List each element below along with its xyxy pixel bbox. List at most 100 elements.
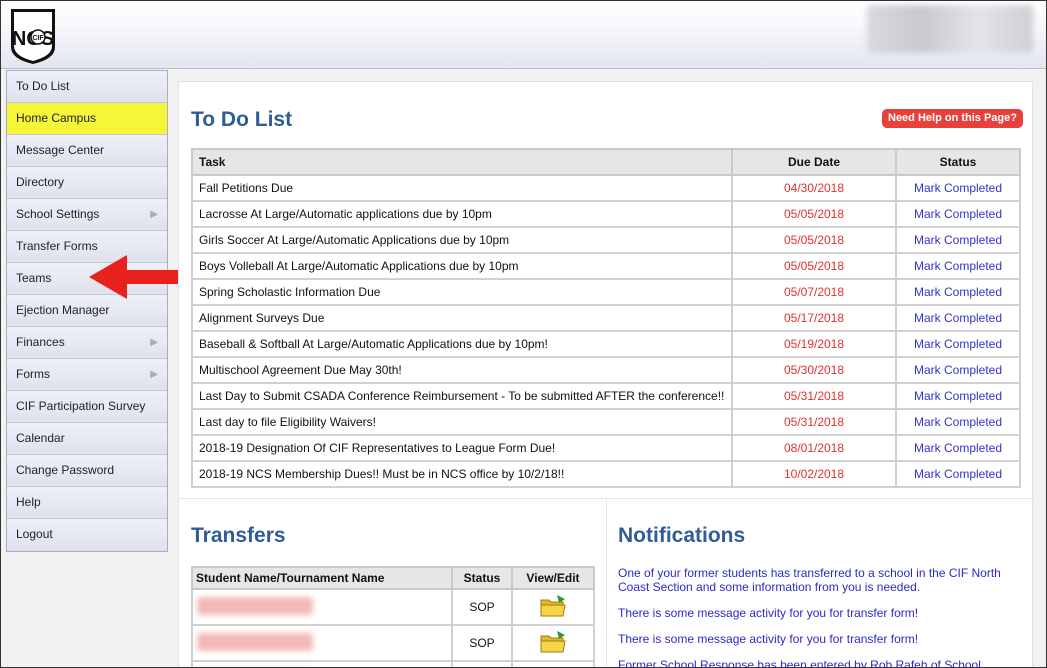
view-edit-cell[interactable] [511,660,595,667]
task-cell: Last day to file Eligibility Waivers! [191,408,733,436]
redacted-student-name [197,632,313,651]
notification-link[interactable]: One of your former students has transfer… [618,566,1018,594]
sidebar-item-change-password[interactable]: Change Password [7,455,167,487]
mark-completed-link[interactable]: Mark Completed [895,252,1021,280]
mark-completed-link[interactable]: Mark Completed [895,278,1021,306]
table-row: Multischool Agreement Due May 30th! 05/30… [191,356,1021,384]
sidebar-item-label: Forms [16,367,50,381]
task-cell: Baseball & Softball At Large/Automatic A… [191,330,733,358]
transfers-table: Student Name/Tournament Name Status View… [191,566,595,667]
due-date-cell: 05/31/2018 [731,408,897,436]
sidebar-item-logout[interactable]: Logout [7,519,167,551]
sidebar-item-calendar[interactable]: Calendar [7,423,167,455]
mark-completed-link[interactable]: Mark Completed [895,408,1021,436]
sidebar-item-forms[interactable]: Forms ▶ [7,359,167,391]
task-cell: Alignment Surveys Due [191,304,733,332]
mark-completed-link[interactable]: Mark Completed [895,226,1021,254]
sidebar-item-help[interactable]: Help [7,487,167,519]
app-window: NCS CIF To Do List Home Campus Message Cen… [0,0,1047,668]
table-row: SOP [191,624,595,662]
mark-completed-link[interactable]: Mark Completed [895,434,1021,462]
table-row: Last day to file Eligibility Waivers! 05/… [191,408,1021,436]
mark-completed-link[interactable]: Mark Completed [895,174,1021,202]
due-date-cell: 05/07/2018 [731,278,897,306]
column-header-status: Status [451,566,513,590]
task-cell: Boys Volleball At Large/Automatic Applic… [191,252,733,280]
chevron-right-icon: ▶ [150,337,158,348]
sidebar-item-message-center[interactable]: Message Center [7,135,167,167]
table-row [191,660,595,667]
due-date-cell: 10/02/2018 [731,460,897,488]
ncs-cif-logo[interactable]: NCS CIF [7,7,59,65]
sidebar-item-label: Home Campus [16,111,97,125]
notification-link[interactable]: There is some message activity for you f… [618,606,1018,620]
folder-edit-icon[interactable] [539,594,567,618]
sidebar-item-to-do-list[interactable]: To Do List [7,71,167,103]
todo-table: Task Due Date Status Fall Petitions Due 0… [191,148,1021,488]
due-date-cell: 05/30/2018 [731,356,897,384]
sidebar-item-label: CIF Participation Survey [16,399,146,413]
notification-link[interactable]: There is some message activity for you f… [618,632,1018,646]
student-name-cell [191,624,453,662]
mark-completed-link[interactable]: Mark Completed [895,460,1021,488]
due-date-cell: 05/05/2018 [731,200,897,228]
sidebar-item-cif-participation-survey[interactable]: CIF Participation Survey [7,391,167,423]
column-header-status: Status [895,148,1021,176]
table-row: Alignment Surveys Due 05/17/2018 Mark Comp… [191,304,1021,332]
table-row: 2018-19 Designation Of CIF Representativ… [191,434,1021,462]
table-row: Baseball & Softball At Large/Automatic A… [191,330,1021,358]
task-cell: Lacrosse At Large/Automatic applications… [191,200,733,228]
mark-completed-link[interactable]: Mark Completed [895,330,1021,358]
sidebar-nav: To Do List Home Campus Message Center Direc… [6,70,168,552]
task-cell: Multischool Agreement Due May 30th! [191,356,733,384]
due-date-cell: 08/01/2018 [731,434,897,462]
column-header-due: Due Date [731,148,897,176]
table-row: Lacrosse At Large/Automatic applications… [191,200,1021,228]
due-date-cell: 04/30/2018 [731,174,897,202]
logo-sub-text: CIF [32,35,44,42]
mark-completed-link[interactable]: Mark Completed [895,200,1021,228]
mark-completed-link[interactable]: Mark Completed [895,382,1021,410]
sidebar-item-label: Transfer Forms [16,239,98,253]
due-date-cell: 05/05/2018 [731,252,897,280]
student-name-cell [191,588,453,626]
column-header-student: Student Name/Tournament Name [191,566,453,590]
sidebar-item-label: Change Password [16,463,115,477]
sidebar-item-label: Directory [16,175,65,189]
view-edit-cell[interactable] [511,624,595,662]
sidebar-item-school-settings[interactable]: School Settings ▶ [7,199,167,231]
sidebar-item-label: Message Center [16,143,105,157]
sidebar-item-label: School Settings [16,207,100,221]
notification-link[interactable]: Former School Response has been entered … [618,658,1018,667]
view-edit-cell[interactable] [511,588,595,626]
sidebar-item-home-campus[interactable]: Home Campus [7,103,167,135]
table-row: 2018-19 NCS Membership Dues!! Must be in… [191,460,1021,488]
task-cell: Fall Petitions Due [191,174,733,202]
table-row: Last Day to Submit CSADA Conference Reim… [191,382,1021,410]
due-date-cell: 05/05/2018 [731,226,897,254]
due-date-cell: 05/31/2018 [731,382,897,410]
mark-completed-link[interactable]: Mark Completed [895,304,1021,332]
help-button[interactable]: Need Help on this Page? [882,109,1023,128]
sidebar-item-label: Finances [16,335,65,349]
table-row: Boys Volleball At Large/Automatic Applic… [191,252,1021,280]
task-cell: Girls Soccer At Large/Automatic Applicat… [191,226,733,254]
mark-completed-link[interactable]: Mark Completed [895,356,1021,384]
sidebar-item-label: To Do List [16,79,70,93]
column-divider [606,498,607,667]
table-row: Girls Soccer At Large/Automatic Applicat… [191,226,1021,254]
chevron-right-icon: ▶ [150,369,158,380]
due-date-cell: 05/17/2018 [731,304,897,332]
sidebar-item-label: Calendar [16,431,65,445]
sidebar-item-finances[interactable]: Finances ▶ [7,327,167,359]
sidebar-item-label: Logout [16,527,53,541]
redacted-student-name [197,596,313,615]
task-cell: 2018-19 NCS Membership Dues!! Must be in… [191,460,733,488]
folder-edit-icon[interactable] [539,630,567,654]
sidebar-item-label: Help [16,495,41,509]
sidebar-item-directory[interactable]: Directory [7,167,167,199]
transfer-status-cell [451,660,513,667]
sidebar-item-label: Teams [16,271,52,285]
table-row: Fall Petitions Due 04/30/2018 Mark Complet… [191,174,1021,202]
transfers-title: Transfers [191,524,286,547]
